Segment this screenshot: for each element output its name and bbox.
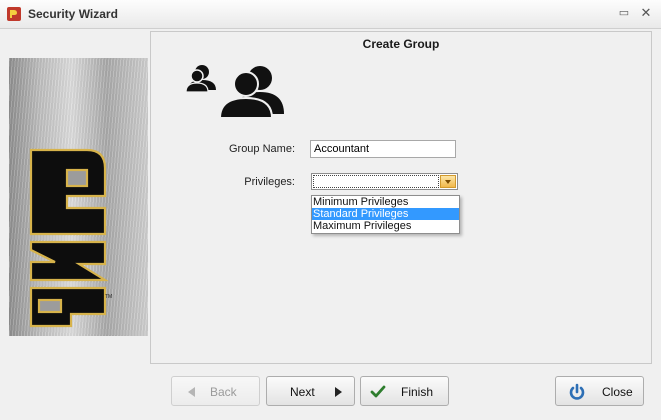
window-title: Security Wizard [28, 7, 118, 21]
arrow-right-icon [335, 387, 342, 397]
close-button-label: Close [602, 385, 633, 399]
privileges-label: Privileges: [244, 176, 295, 188]
finish-button-label: Finish [401, 385, 434, 399]
pmr-logo: TM [29, 148, 112, 328]
group-name-input[interactable] [310, 140, 456, 158]
next-button-label: Next [290, 385, 315, 399]
close-button[interactable]: Close [555, 376, 644, 406]
group-name-label: Group Name: [228, 143, 295, 155]
privileges-combobox[interactable] [311, 173, 458, 190]
dropdown-option-maximum[interactable]: Maximum Privileges [312, 220, 459, 232]
checkmark-icon [370, 385, 386, 398]
create-group-panel: Create Group Group Name: Privileges: Min… [150, 31, 652, 364]
logo-trademark: TM [105, 294, 112, 300]
privileges-dropdown-list: Minimum Privileges Standard Privileges M… [311, 195, 460, 234]
power-icon [569, 383, 585, 400]
back-button-label: Back [210, 385, 237, 399]
dropdown-option-minimum[interactable]: Minimum Privileges [312, 196, 459, 208]
back-button[interactable]: Back [171, 376, 260, 406]
finish-button[interactable]: Finish [360, 376, 449, 406]
pmr-logo-panel: TM [9, 58, 148, 336]
arrow-left-icon [188, 387, 195, 397]
dropdown-arrow-icon[interactable] [440, 175, 456, 188]
privileges-value [313, 175, 439, 188]
title-bar: Security Wizard ▭ ✕ [0, 0, 661, 29]
minimize-button[interactable]: ▭ [616, 5, 632, 21]
next-button[interactable]: Next [266, 376, 355, 406]
close-window-button[interactable]: ✕ [638, 5, 654, 21]
users-group-icon [185, 65, 284, 118]
pmr-app-icon [7, 7, 21, 21]
panel-title: Create Group [362, 37, 440, 51]
dropdown-option-standard[interactable]: Standard Privileges [312, 208, 459, 220]
